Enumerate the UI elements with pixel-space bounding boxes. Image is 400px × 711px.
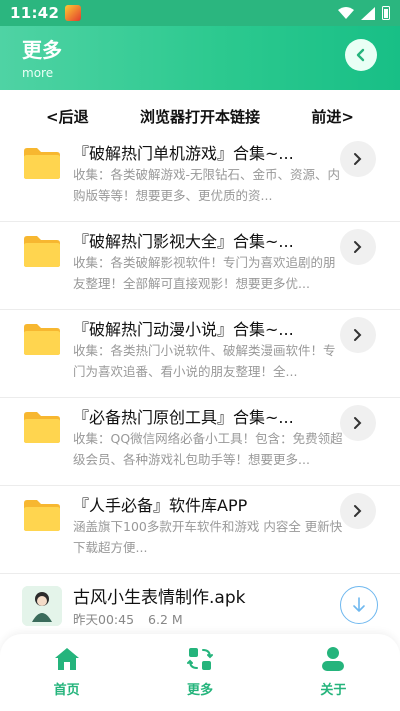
home-icon [54,648,79,670]
open-item-button[interactable] [340,493,376,529]
list-item[interactable]: 『破解热门影视大全』合集~... 收集：各类破解影视软件！专门为喜欢追剧的朋友整… [0,222,400,310]
more-icon [186,648,213,670]
item-title: 『破解热门影视大全』合集~... [73,232,294,251]
folder-icon [24,148,60,179]
download-file-name: 古风小生表情制作.apk [73,588,246,608]
download-meta: 昨天00:45 6.2 M [73,609,183,628]
item-description: 收集：各类热门小说软件、破解类漫画软件！专门为喜欢追番、看小说的朋友整理！全..… [73,343,336,379]
download-size: 6.2 M [148,612,183,627]
item-description: 收集：各类破解影视软件！专门为喜欢追剧的朋友整理！全部解可直接观影！想要更多优.… [73,255,336,291]
item-title: 『必备热门原创工具』合集~... [73,408,294,427]
list-item[interactable]: 『破解热门单机游戏』合集~... 收集：各类破解游戏-无限钻石、金币、资源、内购… [0,134,400,222]
tab-label: 首页 [53,683,80,698]
download-item[interactable]: 古风小生表情制作.apk 昨天00:45 6.2 M [0,574,400,638]
tab-more[interactable]: 更多 [133,634,266,711]
status-time: 11:42 [10,4,60,22]
page-subtitle: more [22,66,54,80]
folder-icon [24,236,60,267]
open-item-button[interactable] [340,229,376,265]
bottom-tab-bar: 首页 更多 关于 [0,634,400,711]
page-header: 更多 more [0,26,400,90]
open-item-button[interactable] [340,317,376,353]
tab-about[interactable]: 关于 [267,634,400,711]
folder-icon [24,500,60,531]
item-description: 收集：各类破解游戏-无限钻石、金币、资源、内购版等等！想要更多、更优质的资... [73,167,341,203]
open-item-button[interactable] [340,141,376,177]
list-item[interactable]: 『破解热门动漫小说』合集~... 收集：各类热门小说软件、破解类漫画软件！专门为… [0,310,400,398]
chevron-right-icon [354,329,362,341]
item-title: 『破解热门动漫小说』合集~... [73,320,294,339]
browser-back-link[interactable]: <后退 [46,106,89,127]
chevron-right-icon [354,241,362,253]
app-icon [65,5,82,21]
chevron-left-icon [356,48,365,62]
tab-home[interactable]: 首页 [0,634,133,711]
app-thumbnail [22,586,62,626]
signal-icon [361,6,375,20]
download-button[interactable] [340,586,378,624]
folder-icon [24,324,60,355]
open-in-browser-link[interactable]: 浏览器打开本链接 [140,106,260,127]
back-button[interactable] [345,39,377,71]
chevron-right-icon [354,417,362,429]
download-arrow-icon [353,597,365,612]
chevron-right-icon [354,505,362,517]
page-title: 更多 [22,38,62,62]
chevron-right-icon [354,153,362,165]
item-title: 『破解热门单机游戏』合集~... [73,144,294,163]
folder-icon [24,412,60,443]
collection-list: 『破解热门单机游戏』合集~... 收集：各类破解游戏-无限钻石、金币、资源、内购… [0,134,400,574]
list-item[interactable]: 『必备热门原创工具』合集~... 收集：QQ微信网络必备小工具！包含：免费领超级… [0,398,400,486]
tab-label: 关于 [320,683,347,698]
wifi-icon [338,7,354,19]
character-icon [22,586,62,626]
browser-bar: <后退 浏览器打开本链接 前进> [0,94,400,138]
open-item-button[interactable] [340,405,376,441]
battery-icon [382,6,390,20]
item-title: 『人手必备』软件库APP [73,496,248,515]
browser-forward-link[interactable]: 前进> [311,106,354,127]
person-icon [322,647,345,671]
tab-label: 更多 [186,683,213,698]
download-time: 昨天00:45 [73,612,135,627]
item-description: 收集：QQ微信网络必备小工具！包含：免费领超级会员、各种游戏礼包助手等！想要更多… [73,431,343,467]
status-bar: 11:42 [0,0,400,26]
list-item[interactable]: 『人手必备』软件库APP 涵盖旗下100多款开车软件和游戏 内容全 更新快 下载… [0,486,400,574]
item-description: 涵盖旗下100多款开车软件和游戏 内容全 更新快 下载超方便... [73,519,343,555]
